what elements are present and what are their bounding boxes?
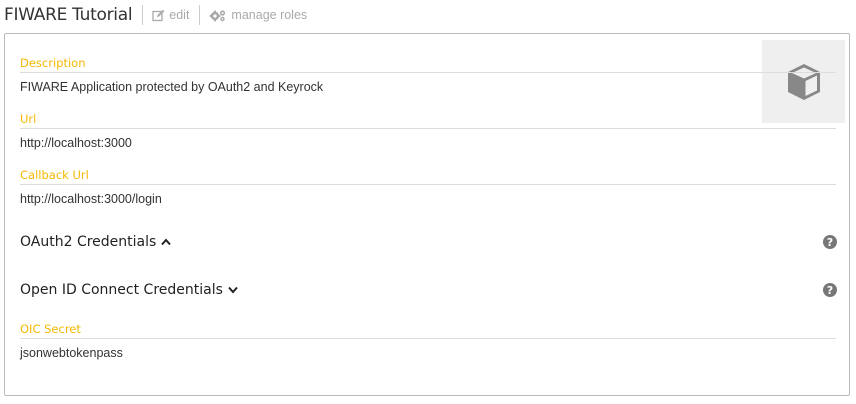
oauth2-credentials-row: OAuth2 Credentials ? (20, 234, 837, 250)
callback-url-field: Callback Url http://localhost:3000/login (20, 168, 836, 206)
chevron-up-icon (161, 238, 172, 246)
app-title: FIWARE Tutorial (4, 5, 133, 25)
edit-label: edit (169, 8, 190, 22)
application-details-panel: Description FIWARE Application protected… (4, 33, 850, 396)
oauth2-credentials-toggle[interactable]: OAuth2 Credentials (20, 234, 172, 250)
edit-icon (152, 9, 165, 21)
oauth2-credentials-label: OAuth2 Credentials (20, 234, 157, 250)
edit-link[interactable]: edit (152, 8, 189, 22)
oic-secret-field: OIC Secret jsonwebtokenpass (20, 322, 836, 360)
url-field: Url http://localhost:3000 (20, 112, 836, 150)
oauth2-help-icon[interactable]: ? (823, 235, 837, 249)
callback-url-label: Callback Url (20, 168, 836, 185)
manage-roles-label: manage roles (231, 8, 308, 22)
oidc-credentials-toggle[interactable]: Open ID Connect Credentials (20, 282, 238, 298)
manage-roles-link[interactable]: manage roles (209, 8, 307, 22)
url-label: Url (20, 112, 836, 129)
oic-secret-label: OIC Secret (20, 322, 836, 339)
chevron-down-icon (228, 286, 238, 294)
description-label: Description (20, 56, 836, 73)
header-divider (142, 5, 144, 25)
oidc-credentials-row: Open ID Connect Credentials ? (20, 282, 837, 298)
callback-url-value: http://localhost:3000/login (20, 192, 162, 206)
gears-icon (210, 9, 226, 21)
url-value: http://localhost:3000 (20, 136, 132, 150)
app-header: FIWARE Tutorial edit manage roles (4, 0, 307, 30)
oidc-credentials-label: Open ID Connect Credentials (20, 282, 223, 298)
oidc-help-icon[interactable]: ? (823, 283, 837, 297)
header-divider (199, 5, 201, 25)
description-field: Description FIWARE Application protected… (20, 56, 836, 94)
description-value: FIWARE Application protected by OAuth2 a… (20, 80, 324, 94)
oic-secret-value: jsonwebtokenpass (20, 346, 123, 360)
